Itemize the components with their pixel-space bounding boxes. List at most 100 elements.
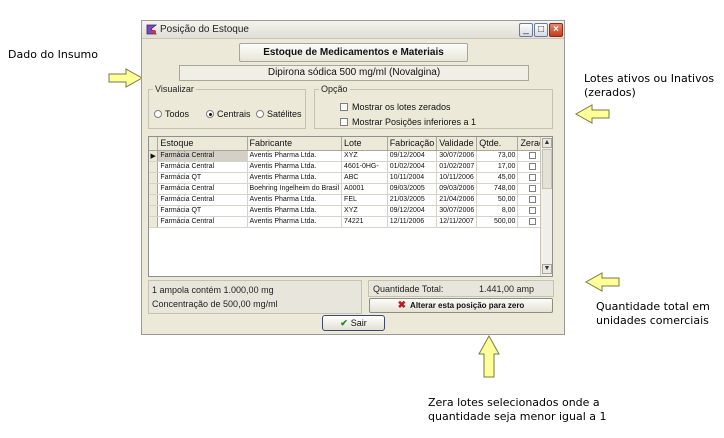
radio-satelites-dot[interactable] (256, 110, 264, 118)
table-cell[interactable]: Farmácia Central (157, 194, 248, 206)
table-cell[interactable]: Farmácia QT (157, 205, 248, 217)
table-cell[interactable]: Boehring Ingelheim do Brasil (247, 183, 343, 195)
radio-todos[interactable]: Todos (154, 109, 189, 119)
table-cell[interactable]: 09/03/2006 (436, 183, 478, 195)
checkbox-lotes-zerados-box[interactable] (340, 103, 348, 111)
annotation-dado-insumo: Dado do Insumo (8, 48, 98, 61)
checkbox-posicoes-inferiores-box[interactable] (340, 118, 348, 126)
checkbox-posicoes-inferiores[interactable]: Mostrar Posições inferiores a 1 (340, 117, 476, 127)
zerado-checkbox[interactable] (529, 151, 537, 159)
column-header-qtde[interactable]: Qtde. (476, 137, 519, 151)
radio-centrais-dot[interactable] (206, 110, 214, 118)
table-cell[interactable]: 748,00 (476, 183, 519, 195)
stock-table[interactable]: Estoque Fabricante Lote Fabricação Valid… (148, 136, 553, 277)
table-cell[interactable]: 21/04/2006 (436, 194, 478, 206)
zerado-checkbox[interactable] (529, 173, 537, 181)
row-indicator[interactable] (149, 205, 159, 217)
table-cell[interactable]: Farmácia Central (157, 216, 248, 228)
zerado-checkbox[interactable] (529, 217, 537, 225)
table-cell[interactable]: 12/11/2007 (436, 216, 478, 228)
title-bar[interactable]: Posição do Estoque _ □ × (142, 21, 564, 39)
table-cell[interactable]: 30/07/2006 (436, 150, 478, 162)
scroll-down-icon[interactable]: ▼ (542, 264, 552, 274)
annotation-quantidade-2: unidades comerciais (596, 314, 709, 327)
table-row[interactable]: Farmácia Central Aventis Pharma Ltda. 4601… (149, 161, 552, 173)
stock-window: Posição do Estoque _ □ × Estoque de Medi… (141, 20, 565, 335)
radio-satelites[interactable]: Satélites (256, 109, 302, 119)
row-indicator[interactable] (149, 161, 159, 173)
zerado-checkbox[interactable] (529, 195, 537, 203)
table-cell[interactable]: 21/03/2005 (387, 194, 438, 206)
table-cell[interactable]: Farmácia Central (157, 150, 248, 162)
row-indicator[interactable] (149, 183, 159, 195)
scroll-up-icon[interactable]: ▲ (542, 138, 552, 148)
close-icon[interactable]: × (549, 23, 563, 37)
table-cell[interactable]: ABC (341, 172, 388, 184)
table-row[interactable]: Farmácia QT Aventis Pharma Ltda. XYZ 09/12/… (149, 205, 552, 217)
arrow-up-icon (478, 334, 500, 378)
row-indicator[interactable] (149, 216, 159, 228)
minimize-icon[interactable]: _ (519, 23, 533, 37)
radio-centrais[interactable]: Centrais (206, 109, 251, 119)
set-zero-button[interactable]: ✖ Alterar esta posição para zero (369, 298, 553, 313)
table-cell[interactable]: Farmácia Central (157, 161, 248, 173)
table-row[interactable]: Farmácia QT Aventis Pharma Ltda. ABC 10/11/… (149, 172, 552, 184)
table-cell[interactable]: Aventis Pharma Ltda. (247, 194, 343, 206)
table-cell[interactable]: 09/03/2005 (387, 183, 438, 195)
table-cell[interactable]: Aventis Pharma Ltda. (247, 150, 343, 162)
table-cell[interactable]: 74221 (341, 216, 388, 228)
checkbox-lotes-zerados[interactable]: Mostrar os lotes zerados (340, 102, 451, 112)
table-cell[interactable]: XYZ (341, 205, 388, 217)
table-cell[interactable]: Aventis Pharma Ltda. (247, 205, 343, 217)
annotation-zera-2: quantidade seja menor igual a 1 (428, 410, 607, 423)
table-cell[interactable]: 45,00 (476, 172, 519, 184)
table-cell[interactable]: Aventis Pharma Ltda. (247, 172, 343, 184)
table-cell[interactable]: 73,00 (476, 150, 519, 162)
exit-button[interactable]: ✔ Sair (322, 315, 385, 331)
column-header-estoque[interactable]: Estoque (157, 137, 248, 151)
table-cell[interactable]: Farmácia QT (157, 172, 248, 184)
zerado-checkbox[interactable] (529, 162, 537, 170)
table-row[interactable]: Farmácia Central Aventis Pharma Ltda. FEL 2… (149, 194, 552, 206)
table-cell[interactable]: 01/02/2007 (436, 161, 478, 173)
table-cell[interactable]: 50,00 (476, 194, 519, 206)
row-indicator[interactable] (149, 194, 159, 206)
zerado-checkbox[interactable] (529, 184, 537, 192)
table-cell[interactable]: 10/11/2006 (436, 172, 478, 184)
column-header-validade[interactable]: Validade (436, 137, 478, 151)
radio-todos-dot[interactable] (154, 110, 162, 118)
table-cell[interactable]: 500,00 (476, 216, 519, 228)
table-cell[interactable]: XYZ (341, 150, 388, 162)
table-cell[interactable]: 17,00 (476, 161, 519, 173)
table-cell[interactable]: 09/12/2004 (387, 205, 438, 217)
window-title: Posição do Estoque (160, 24, 249, 35)
column-header-lote[interactable]: Lote (341, 137, 388, 151)
maximize-icon[interactable]: □ (534, 23, 548, 37)
table-cell[interactable]: A0001 (341, 183, 388, 195)
scroll-thumb[interactable] (542, 149, 552, 189)
table-cell[interactable]: 4601-0HG- (341, 161, 388, 173)
table-cell[interactable]: 09/12/2004 (387, 150, 438, 162)
table-row[interactable]: Farmácia Central Aventis Pharma Ltda. 7422… (149, 216, 552, 228)
zerado-checkbox[interactable] (529, 206, 537, 214)
table-cell[interactable]: Farmácia Central (157, 183, 248, 195)
table-cell[interactable]: Aventis Pharma Ltda. (247, 161, 343, 173)
row-indicator[interactable]: ▶ (149, 150, 159, 162)
table-cell[interactable]: 10/11/2004 (387, 172, 438, 184)
table-cell[interactable]: FEL (341, 194, 388, 206)
table-cell[interactable]: Aventis Pharma Ltda. (247, 216, 343, 228)
stock-type-button[interactable]: Estoque de Medicamentos e Materiais (239, 43, 468, 62)
column-header-fabricante[interactable]: Fabricante (247, 137, 343, 151)
annotation-quantidade-1: Quantidade total em (596, 300, 710, 313)
table-cell[interactable]: 01/02/2004 (387, 161, 438, 173)
stock-table-grid: Estoque Fabricante Lote Fabricação Valid… (149, 137, 552, 228)
column-header-fabricacao[interactable]: Fabricação (387, 137, 438, 151)
table-cell[interactable]: 30/07/2006 (436, 205, 478, 217)
set-zero-label: Alterar esta posição para zero (410, 301, 525, 310)
table-cell[interactable]: 8,00 (476, 205, 519, 217)
table-scrollbar[interactable]: ▲ ▼ (540, 137, 552, 276)
table-row[interactable]: ▶ Farmácia Central Aventis Pharma Ltda. XYZ… (149, 150, 552, 162)
table-row[interactable]: Farmácia Central Boehring Ingelheim do Br… (149, 183, 552, 195)
row-indicator[interactable] (149, 172, 159, 184)
table-cell[interactable]: 12/11/2006 (387, 216, 438, 228)
